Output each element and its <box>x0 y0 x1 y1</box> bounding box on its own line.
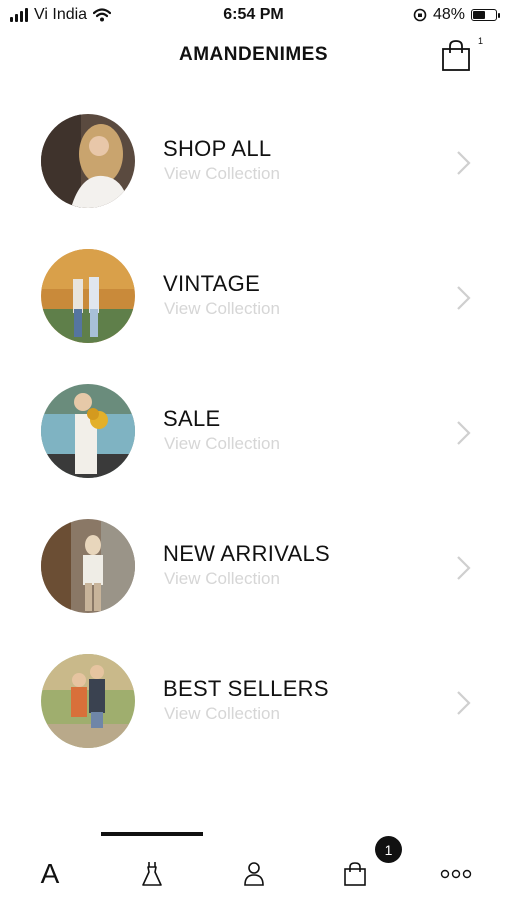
collection-row-sale[interactable]: SALE View Collection <box>0 384 507 494</box>
collection-subtitle: View Collection <box>164 434 280 453</box>
home-logo-icon: A <box>40 858 60 889</box>
app-header: AMANDENIMES 1 <box>0 30 507 80</box>
collection-subtitle: View Collection <box>164 164 280 183</box>
collection-image <box>41 654 135 748</box>
collection-title: SALE <box>163 406 221 431</box>
tab-active-indicator <box>101 832 203 836</box>
person-icon <box>244 862 264 886</box>
brand-title: AMANDENIMES <box>178 44 329 65</box>
cart-count: 1 <box>477 36 483 46</box>
collection-row-vintage[interactable]: VINTAGE View Collection <box>0 249 507 359</box>
collection-title: NEW ARRIVALS <box>163 541 331 566</box>
tab-bar: A 1 <box>0 820 507 900</box>
more-icon <box>440 869 472 879</box>
collection-title: SHOP ALL <box>163 136 272 161</box>
chevron-right-icon <box>457 286 471 310</box>
collection-row-new-arrivals[interactable]: NEW ARRIVALS View Collection <box>0 519 507 629</box>
battery-percent: 48% <box>432 6 465 23</box>
collection-title: VINTAGE <box>163 271 261 296</box>
cart-badge: 1 <box>375 836 402 863</box>
tab-home[interactable]: A <box>30 856 70 892</box>
chevron-right-icon <box>457 151 471 175</box>
collection-image <box>41 384 135 478</box>
chevron-right-icon <box>457 691 471 715</box>
collection-subtitle: View Collection <box>164 569 280 588</box>
shopping-bag-icon <box>442 40 470 71</box>
bag-icon <box>344 862 366 886</box>
collection-title: BEST SELLERS <box>163 676 329 701</box>
collection-image <box>41 519 135 613</box>
status-bar: Vi India 6:54 PM 48% <box>0 0 507 30</box>
tab-cart[interactable] <box>335 856 375 892</box>
battery-icon <box>471 9 500 21</box>
cart-button[interactable]: 1 <box>441 36 483 74</box>
collection-image <box>41 114 135 208</box>
dress-icon <box>142 862 162 886</box>
chevron-right-icon <box>457 421 471 445</box>
orientation-lock-icon <box>413 8 427 22</box>
collection-subtitle: View Collection <box>164 704 280 723</box>
collection-row-best-sellers[interactable]: BEST SELLERS View Collection <box>0 654 507 764</box>
chevron-right-icon <box>457 556 471 580</box>
tab-shop[interactable] <box>132 856 172 892</box>
collection-image <box>41 249 135 343</box>
collection-subtitle: View Collection <box>164 299 280 318</box>
collection-row-shop-all[interactable]: SHOP ALL View Collection <box>0 114 507 224</box>
tab-account[interactable] <box>234 856 274 892</box>
tab-more[interactable] <box>436 856 476 892</box>
